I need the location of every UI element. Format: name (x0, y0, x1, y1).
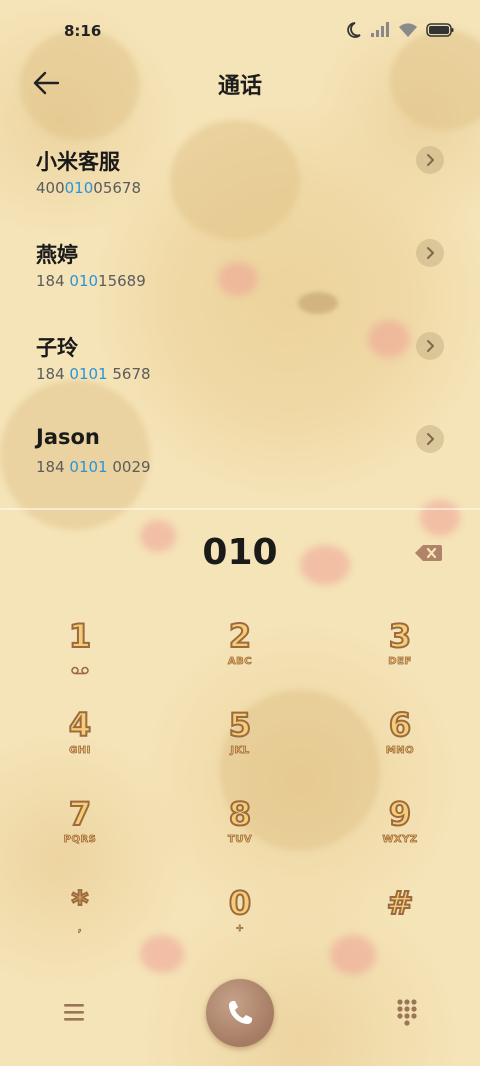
key-letters: + (235, 923, 245, 935)
menu-icon (64, 1004, 84, 1021)
contact-number: 184 01015689 (36, 272, 146, 290)
header: 通话 (0, 62, 480, 106)
key-letters: WXYZ (382, 834, 418, 846)
key-digit: 8 (228, 795, 252, 833)
match-highlight: 0101 (69, 365, 108, 383)
key-7[interactable]: 7 PQRS (20, 795, 140, 868)
match-highlight: 010 (64, 179, 94, 197)
contact-number: 40001005678 (36, 179, 141, 197)
phone-icon (229, 1001, 252, 1024)
key-2[interactable]: 2 ABC (180, 617, 300, 690)
contact-detail-button[interactable] (416, 425, 444, 453)
do-not-disturb-icon (344, 21, 362, 39)
divider (0, 508, 480, 510)
contact-name: Jason (36, 425, 100, 449)
contact-item[interactable]: 燕婷 184 01015689 (0, 223, 480, 316)
key-digit: * (71, 884, 90, 922)
key-digit: 3 (388, 617, 412, 655)
key-letters: ABC (227, 656, 253, 668)
status-icons (344, 21, 454, 39)
contact-name: 燕婷 (36, 243, 78, 267)
contact-results-list: 小米客服 40001005678 燕婷 184 01015689 子玲 184 … (0, 130, 480, 502)
dial-entry: 010 (0, 530, 480, 580)
menu-button[interactable] (60, 1000, 88, 1024)
key-letters: TUV (227, 834, 253, 846)
contact-detail-button[interactable] (416, 146, 444, 174)
key-digit: 0 (228, 884, 252, 922)
key-letters: DEF (388, 656, 412, 668)
key-letters: MNO (385, 745, 415, 757)
key-letters: JKL (230, 745, 250, 757)
status-bar: 8:16 (0, 0, 480, 62)
contact-item[interactable]: 子玲 184 0101 5678 (0, 316, 480, 409)
contact-item[interactable]: Jason 184 0101 0029 (0, 409, 480, 502)
key-3[interactable]: 3 DEF (340, 617, 460, 690)
chevron-right-icon (427, 154, 434, 166)
key-star[interactable]: * , (20, 884, 140, 957)
key-6[interactable]: 6 MNO (340, 706, 460, 779)
key-8[interactable]: 8 TUV (180, 795, 300, 868)
signal-icon (370, 22, 390, 38)
dialpad-toggle-button[interactable] (392, 996, 422, 1026)
key-9[interactable]: 9 WXYZ (340, 795, 460, 868)
contact-name: 子玲 (36, 336, 78, 360)
page-title: 通话 (217, 74, 262, 99)
key-0[interactable]: 0 + (180, 884, 300, 957)
key-digit: 4 (68, 706, 92, 744)
contact-number: 184 0101 0029 (36, 458, 151, 476)
key-digit: # (386, 884, 415, 922)
bottom-bar (0, 978, 480, 1048)
contact-item[interactable]: 小米客服 40001005678 (0, 130, 480, 223)
key-4[interactable]: 4 GHI (20, 706, 140, 779)
key-1[interactable]: 1 (20, 617, 140, 690)
call-button[interactable] (206, 979, 274, 1047)
chevron-right-icon (427, 247, 434, 259)
key-digit: 2 (228, 617, 252, 655)
battery-icon (426, 23, 454, 37)
chevron-right-icon (427, 433, 434, 445)
key-letters: , (77, 923, 83, 935)
dialed-number[interactable]: 010 (0, 532, 480, 573)
contact-name: 小米客服 (36, 150, 120, 174)
backspace-button[interactable] (414, 544, 442, 566)
key-digit: 6 (388, 706, 412, 744)
match-highlight: 0101 (69, 458, 108, 476)
key-digit: 1 (68, 617, 92, 655)
key-5[interactable]: 5 JKL (180, 706, 300, 779)
contact-number: 184 0101 5678 (36, 365, 151, 383)
backspace-icon (415, 545, 442, 561)
key-letters: PQRS (63, 834, 97, 846)
key-letters: GHI (69, 745, 91, 757)
contact-detail-button[interactable] (416, 332, 444, 360)
chevron-right-icon (427, 340, 434, 352)
dialpad-icon (397, 999, 417, 1026)
contact-detail-button[interactable] (416, 239, 444, 267)
key-hash[interactable]: # (340, 884, 460, 957)
key-digit: 9 (388, 795, 412, 833)
status-time: 8:16 (64, 22, 102, 40)
key-digit: 5 (228, 706, 252, 744)
wifi-icon (398, 22, 418, 38)
key-digit: 7 (68, 795, 92, 833)
voicemail-icon (71, 660, 89, 679)
match-highlight: 010 (69, 272, 99, 290)
